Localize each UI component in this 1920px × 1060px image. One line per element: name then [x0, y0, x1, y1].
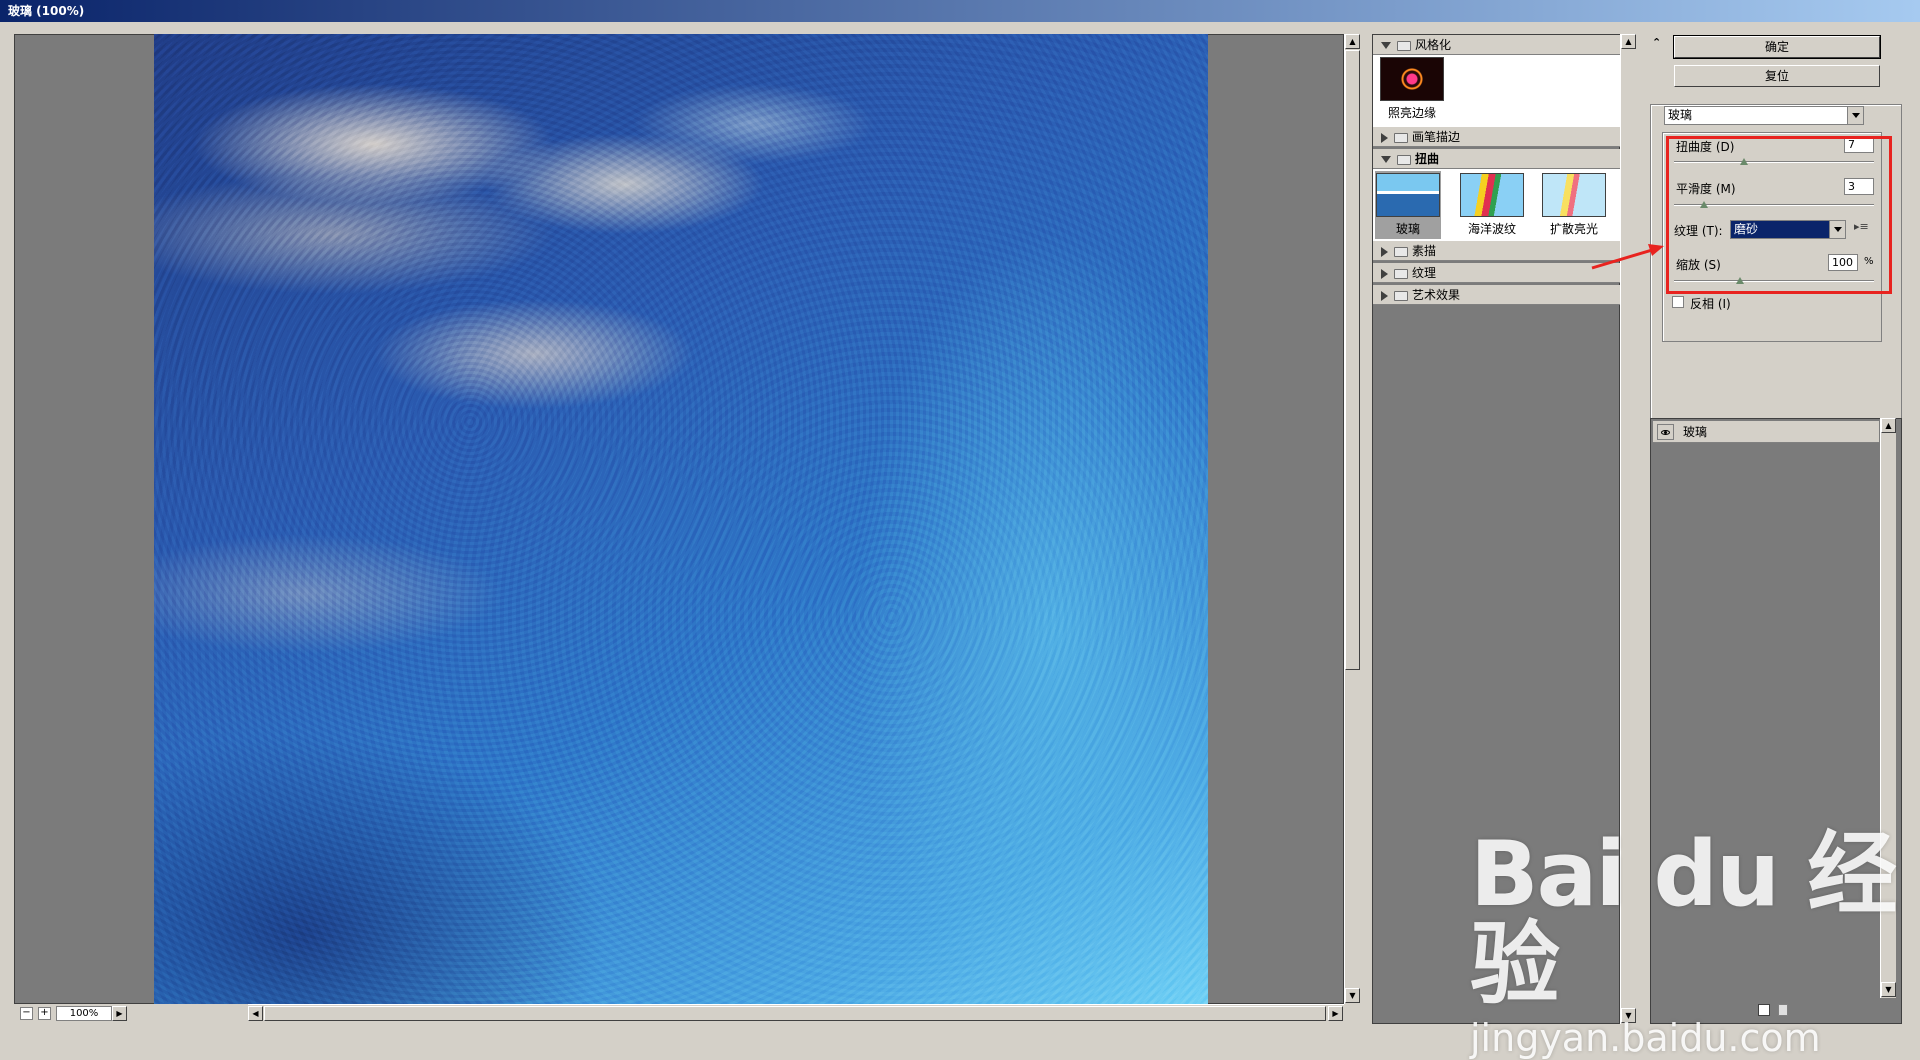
zoom-level-field[interactable]: 100% [56, 1006, 112, 1021]
annotation-highlight-box [1666, 136, 1892, 294]
category-label: 艺术效果 [1412, 288, 1461, 302]
expand-triangle-icon [1381, 42, 1391, 49]
filter-select[interactable]: 玻璃 [1664, 106, 1864, 125]
thumb-glowing-edges-image [1380, 57, 1444, 101]
thumb-glowing-edges[interactable]: 照亮边缘 [1379, 57, 1445, 121]
eye-icon [1661, 430, 1670, 435]
effect-layer-row[interactable]: 玻璃 [1653, 421, 1879, 443]
expand-triangle-icon [1381, 156, 1391, 163]
collapse-triangle-icon [1381, 290, 1388, 301]
scroll-right-arrow-icon[interactable]: ▶ [1328, 1006, 1343, 1021]
preview-image[interactable] [154, 34, 1208, 1004]
thumb-label: 海洋波纹 [1467, 222, 1516, 236]
filter-select-value: 玻璃 [1668, 108, 1693, 122]
folder-icon [1394, 132, 1408, 143]
zoom-out-button[interactable]: − [20, 1007, 33, 1020]
scroll-thumb[interactable] [1345, 50, 1360, 670]
baidu-jingyan-watermark: Bai du 经验 jingyan.baidu.com [1470, 830, 1920, 1060]
collapse-gallery-icon[interactable]: ⌃ [1652, 36, 1661, 49]
thumb-label: 照亮边缘 [1387, 106, 1436, 120]
thumb-ocean-ripple-image [1460, 173, 1524, 217]
zoom-in-button[interactable]: + [38, 1007, 51, 1020]
category-label: 素描 [1412, 244, 1437, 258]
thumb-glass-image [1376, 173, 1440, 217]
thumb-label: 扩散亮光 [1549, 222, 1598, 236]
collapse-triangle-icon [1381, 246, 1388, 257]
category-artistic[interactable]: 艺术效果 [1373, 285, 1621, 305]
category-label: 画笔描边 [1412, 130, 1461, 144]
category-stylize[interactable]: 风格化 [1373, 35, 1621, 55]
thumb-glass[interactable]: 玻璃 [1375, 171, 1441, 239]
watermark-logo: Bai du 经验 [1470, 822, 1897, 1017]
reset-button[interactable]: 复位 [1674, 65, 1880, 87]
category-label: 风格化 [1415, 38, 1452, 52]
zoom-menu-arrow-icon[interactable]: ▶ [112, 1006, 127, 1021]
scroll-up-arrow-icon[interactable]: ▲ [1345, 34, 1360, 49]
thumb-diffuse-glow[interactable]: 扩散亮光 [1541, 173, 1607, 237]
category-distort-content: 玻璃 海洋波纹 扩散亮光 [1373, 169, 1621, 241]
ok-button[interactable]: 确定 [1673, 35, 1881, 59]
watermark-url: jingyan.baidu.com [1470, 1016, 1821, 1060]
scroll-up-arrow-icon[interactable]: ▲ [1621, 34, 1636, 49]
collapse-triangle-icon [1381, 132, 1388, 143]
scroll-down-arrow-icon[interactable]: ▼ [1345, 988, 1360, 1003]
scroll-up-arrow-icon[interactable]: ▲ [1881, 418, 1896, 433]
effect-layer-label: 玻璃 [1683, 425, 1708, 439]
category-label: 扭曲 [1415, 152, 1440, 166]
glass-texture-overlay [154, 34, 1208, 1004]
folder-icon [1397, 154, 1411, 165]
invert-label: 反相 (I) [1690, 297, 1731, 311]
category-stylize-content: 照亮边缘 [1373, 55, 1621, 127]
preview-horizontal-scrollbar[interactable]: ◀ ▶ [248, 1004, 1344, 1021]
annotation-arrow-icon [1591, 244, 1664, 270]
visibility-toggle[interactable] [1657, 424, 1674, 440]
category-texture[interactable]: 纹理 [1373, 263, 1621, 283]
folder-icon [1394, 246, 1408, 257]
thumb-diffuse-glow-image [1542, 173, 1606, 217]
thumb-label: 玻璃 [1395, 222, 1420, 236]
dropdown-arrow-icon[interactable] [1847, 107, 1863, 124]
folder-icon [1394, 268, 1408, 279]
collapse-triangle-icon [1381, 268, 1388, 279]
category-label: 纹理 [1412, 266, 1437, 280]
category-distort[interactable]: 扭曲 [1373, 149, 1621, 169]
category-sketch[interactable]: 素描 [1373, 241, 1621, 261]
invert-checkbox[interactable] [1672, 296, 1684, 308]
scroll-left-arrow-icon[interactable]: ◀ [248, 1006, 263, 1021]
preview-vertical-scrollbar[interactable]: ▲ ▼ [1344, 34, 1360, 1004]
horizontal-scroll-thumb[interactable] [264, 1006, 1326, 1021]
folder-icon [1397, 40, 1411, 51]
window-title-bar: 玻璃 (100%) [0, 0, 1920, 22]
category-brush-strokes[interactable]: 画笔描边 [1373, 127, 1621, 147]
window-title: 玻璃 (100%) [8, 4, 85, 18]
thumb-ocean-ripple[interactable]: 海洋波纹 [1459, 173, 1525, 237]
folder-icon [1394, 290, 1408, 301]
